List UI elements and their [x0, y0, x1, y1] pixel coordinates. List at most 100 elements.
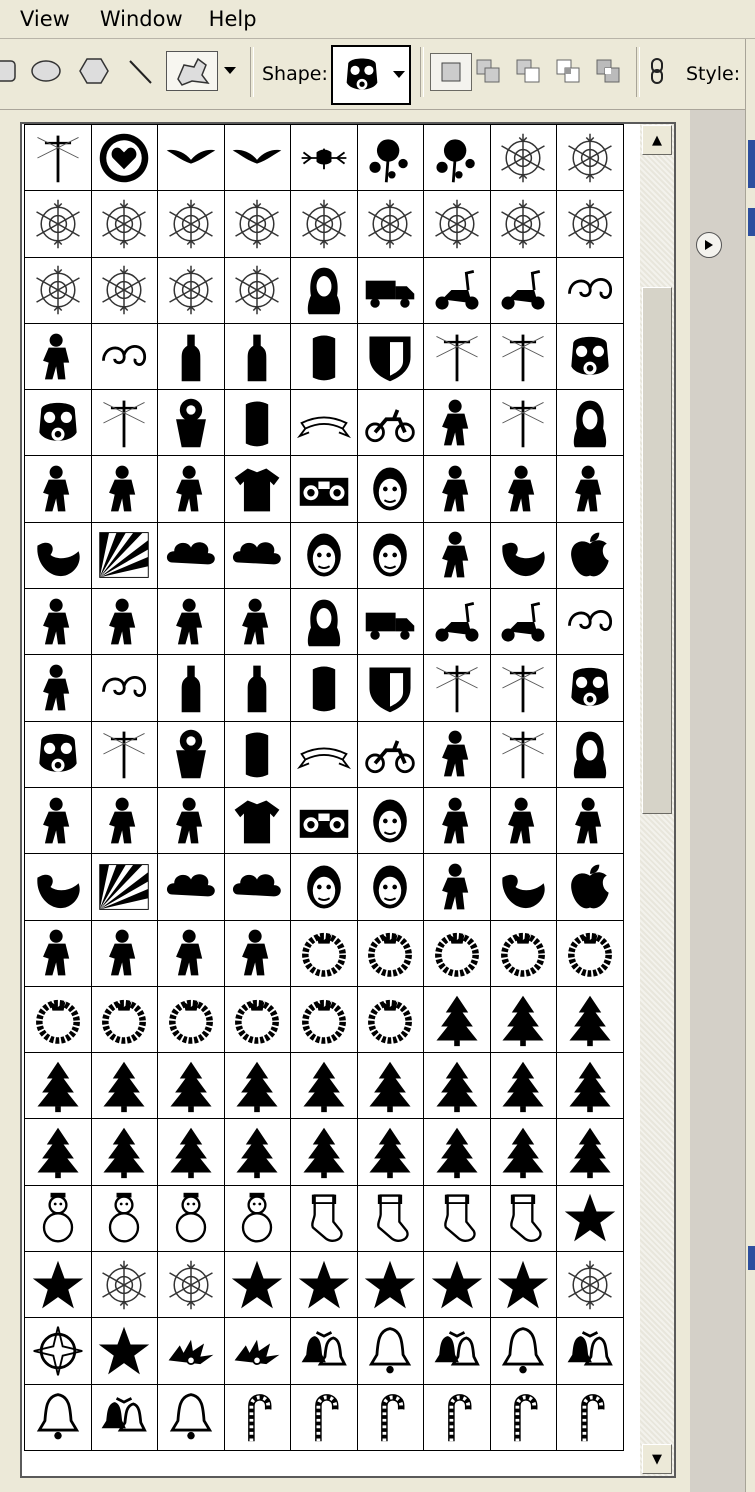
shape-swatch-star[interactable] — [356, 1251, 424, 1319]
shape-swatch-wreath[interactable] — [489, 919, 557, 987]
shape-swatch-face[interactable] — [356, 521, 424, 590]
shape-swatch-star[interactable] — [423, 1251, 491, 1319]
shape-swatch-bells[interactable] — [556, 1317, 624, 1385]
shape-swatch-snowflake[interactable] — [90, 190, 158, 258]
shape-swatch-bells[interactable] — [423, 1317, 491, 1385]
link-icon[interactable] — [642, 53, 672, 89]
shape-swatch-bottle[interactable] — [223, 322, 291, 391]
shape-swatch-candy-cane[interactable] — [356, 1383, 424, 1451]
shape-swatch-shield[interactable] — [356, 654, 424, 722]
shape-swatch-truck[interactable] — [356, 256, 424, 324]
shape-swatch-blob[interactable] — [489, 521, 557, 590]
shape-swatch-scooter[interactable] — [489, 588, 557, 656]
shape-swatch-tree[interactable] — [223, 1052, 291, 1120]
shape-swatch-snowflake[interactable] — [90, 1251, 158, 1319]
shape-swatch-snowflake[interactable] — [556, 1251, 624, 1319]
shape-swatch-figure[interactable] — [489, 455, 557, 523]
shape-swatch-star[interactable] — [489, 1251, 557, 1319]
shape-swatch-figure[interactable] — [24, 588, 92, 656]
shape-swatch-apple[interactable] — [556, 521, 624, 590]
shape-swatch-apple[interactable] — [556, 853, 624, 921]
shape-swatch-pole[interactable] — [90, 720, 158, 788]
shape-swatch-wreath[interactable] — [223, 985, 291, 1054]
shape-swatch-scooter[interactable] — [423, 588, 491, 656]
shape-swatch-wreath[interactable] — [356, 919, 424, 987]
shape-swatch-gas-mask[interactable] — [556, 322, 624, 391]
shape-swatch-figure[interactable] — [556, 455, 624, 523]
shape-swatch-blob[interactable] — [489, 853, 557, 921]
ellipse-tool-icon[interactable] — [26, 53, 66, 89]
shape-swatch-snowflake[interactable] — [157, 256, 225, 324]
shape-swatch-sunburst[interactable] — [90, 853, 158, 921]
shape-swatch-pole[interactable] — [90, 389, 158, 457]
shape-swatch-blob[interactable] — [24, 853, 92, 921]
shape-swatch-snowflake[interactable] — [24, 256, 92, 324]
shape-swatch-figure[interactable] — [157, 455, 225, 523]
shape-swatch-tree[interactable] — [24, 1052, 92, 1120]
shape-swatch-cloud[interactable] — [157, 853, 225, 921]
shape-swatch-bottle[interactable] — [223, 654, 291, 722]
shape-swatch-face[interactable] — [290, 521, 358, 590]
intersect-shape-areas-icon[interactable] — [548, 53, 588, 89]
shape-swatch-truck[interactable] — [356, 588, 424, 656]
shape-swatch-motorbike[interactable] — [356, 389, 424, 457]
shape-swatch-shield[interactable] — [356, 322, 424, 391]
shape-swatch-candy-cane[interactable] — [489, 1383, 557, 1451]
shape-swatch-figure[interactable] — [556, 786, 624, 855]
shape-swatch-pole[interactable] — [423, 654, 491, 722]
shape-swatch-snowflake[interactable] — [290, 190, 358, 258]
shape-swatch-gas-mask[interactable] — [24, 720, 92, 788]
rectangle-tool-icon[interactable] — [0, 53, 24, 89]
shape-swatch-can[interactable] — [290, 322, 358, 391]
shape-swatch-snowflake[interactable] — [556, 124, 624, 192]
shape-swatch-wreath[interactable] — [157, 985, 225, 1054]
shape-swatch-wreath[interactable] — [356, 985, 424, 1054]
shape-swatch-snowflake[interactable] — [356, 190, 424, 258]
shape-swatch-tree[interactable] — [556, 985, 624, 1054]
shape-swatch-snowman[interactable] — [24, 1184, 92, 1253]
menu-view[interactable]: View — [20, 7, 70, 31]
shape-swatch-wreath[interactable] — [290, 985, 358, 1054]
shape-swatch-snowflake[interactable] — [223, 256, 291, 324]
shape-swatch-bell[interactable] — [489, 1317, 557, 1385]
shape-swatch-stocking[interactable] — [290, 1184, 358, 1253]
tool-dropdown-icon[interactable] — [218, 53, 242, 89]
shape-swatch-star[interactable] — [24, 1251, 92, 1319]
shape-swatch-tree[interactable] — [356, 1052, 424, 1120]
shape-swatch-figure[interactable] — [90, 919, 158, 987]
shape-swatch-star[interactable] — [90, 1317, 158, 1385]
shape-swatch-bucket[interactable] — [157, 720, 225, 788]
shape-swatch-star[interactable] — [290, 1251, 358, 1319]
shape-swatch-swirl[interactable] — [90, 654, 158, 722]
shape-swatch-snowman[interactable] — [157, 1184, 225, 1253]
shape-swatch-ribbon[interactable] — [290, 389, 358, 457]
vertical-scrollbar[interactable]: ▲ ▼ — [640, 124, 674, 1476]
shape-swatch-can[interactable] — [290, 654, 358, 722]
shape-swatch-snowflake[interactable] — [556, 190, 624, 258]
shape-swatch-portrait[interactable] — [556, 720, 624, 788]
shape-swatch-bucket[interactable] — [157, 389, 225, 457]
shape-swatch-stocking[interactable] — [356, 1184, 424, 1253]
shape-swatch-snowflake[interactable] — [489, 124, 557, 192]
shape-swatch-candy-cane[interactable] — [290, 1383, 358, 1451]
shape-swatch-face[interactable] — [290, 853, 358, 921]
shape-swatch-scooter[interactable] — [423, 256, 491, 324]
shape-swatch-figure[interactable] — [223, 588, 291, 656]
shape-swatch-wreath[interactable] — [290, 919, 358, 987]
shape-swatch-face[interactable] — [356, 853, 424, 921]
shape-swatch-bells[interactable] — [290, 1317, 358, 1385]
shape-swatch-pole[interactable] — [489, 720, 557, 788]
shape-swatch-figure[interactable] — [489, 786, 557, 855]
shape-swatch-pole[interactable] — [423, 322, 491, 391]
shape-swatch-tree[interactable] — [90, 1052, 158, 1120]
shape-swatch-figure[interactable] — [24, 919, 92, 987]
exclude-overlapping-areas-icon[interactable] — [588, 53, 628, 89]
shape-swatch-tree[interactable] — [290, 1118, 358, 1186]
shape-swatch-swirl[interactable] — [556, 588, 624, 656]
subtract-from-shape-area-icon[interactable] — [508, 53, 548, 89]
shape-swatch-snowflake[interactable] — [90, 256, 158, 324]
shape-swatch-tree[interactable] — [290, 1052, 358, 1120]
shape-swatch-figure[interactable] — [423, 455, 491, 523]
shape-swatch-holly[interactable] — [223, 1317, 291, 1385]
shape-swatch-figure[interactable] — [423, 786, 491, 855]
